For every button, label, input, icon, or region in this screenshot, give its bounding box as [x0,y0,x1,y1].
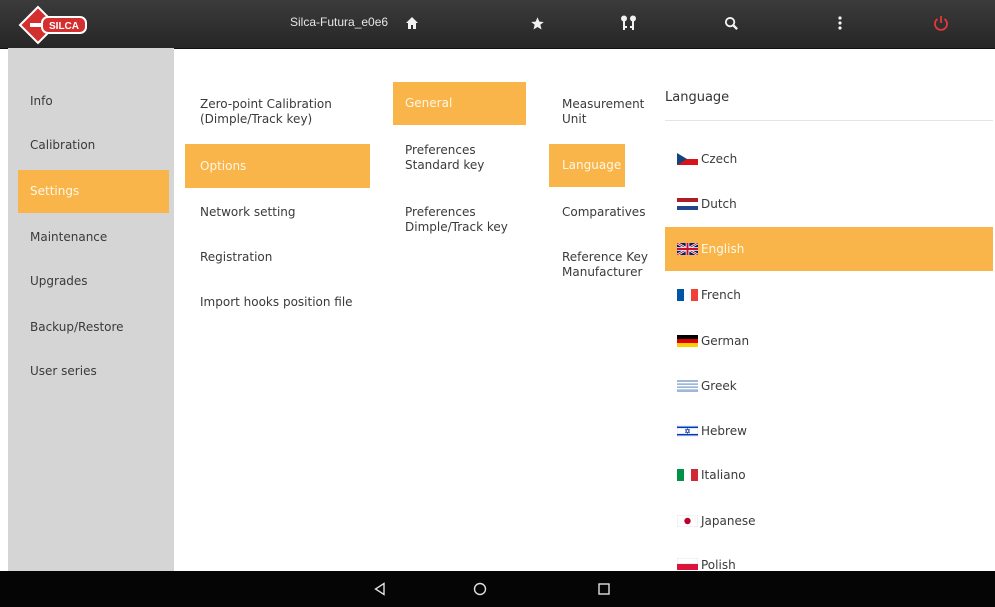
menu-item-zero-point-calibration[interactable]: Zero-point Calibration (Dimple/Track key… [200,97,365,127]
language-label: Czech [701,152,738,166]
uk-flag-icon [676,241,699,257]
sidebar-item-maintenance[interactable]: Maintenance [18,216,169,259]
language-option-japanese[interactable]: Japanese [665,506,993,536]
menu-item-measurement-unit[interactable]: Measurement Unit [562,97,652,127]
language-option-italiano[interactable]: Italiano [665,460,993,490]
israel-flag-icon [676,424,699,438]
language-label: English [701,242,745,256]
logo-wordmark: SILCA [49,21,79,32]
language-option-french[interactable]: French [665,280,993,310]
greek-flag-icon [677,380,698,392]
menu-item-import-hooks[interactable]: Import hooks position file [200,295,365,310]
menu-item-options[interactable]: Options [185,144,370,188]
language-label: Polish [701,558,736,571]
silca-logo: SILCA [18,5,90,45]
star-icon[interactable] [526,12,548,34]
search-icon[interactable] [720,12,742,34]
language-panel-title: Language [665,90,730,105]
system-nav-bar [0,571,995,607]
home-circle-icon[interactable] [470,579,490,599]
italian-flag-icon [677,469,698,481]
menu-item-preferences-standard[interactable]: Preferences Standard key [405,143,525,173]
menu-item-language[interactable]: Language [549,144,625,187]
language-label: Italiano [701,468,746,482]
language-divider [665,120,993,121]
menu-item-preferences-dimple[interactable]: Preferences Dimple/Track key [405,205,525,235]
menu-item-network-setting[interactable]: Network setting [200,205,365,220]
sidebar-item-info[interactable]: Info [18,80,169,123]
back-icon[interactable] [370,579,390,599]
dutch-flag-icon [677,198,698,210]
sidebar-item-settings[interactable]: Settings [18,170,169,213]
czech-flag-icon [677,153,698,165]
language-option-english[interactable]: English [665,227,993,271]
home-icon[interactable] [401,12,423,34]
language-label: Japanese [701,514,756,528]
language-label: Greek [701,379,737,393]
sidebar-item-backup-restore[interactable]: Backup/Restore [18,306,169,349]
language-label: German [701,334,750,348]
menu-item-registration[interactable]: Registration [200,250,365,265]
language-label: Hebrew [701,424,747,438]
menu-item-reference-key-manufacturer[interactable]: Reference Key Manufacturer [562,250,652,280]
language-option-greek[interactable]: Greek [665,371,993,401]
sidebar-item-calibration[interactable]: Calibration [18,124,169,167]
language-label: French [701,288,741,302]
keys-icon[interactable] [618,12,640,34]
german-flag-icon [677,335,698,347]
language-option-polish[interactable]: Polish [665,554,993,571]
language-option-german[interactable]: German [665,326,993,356]
polish-flag-icon [676,557,699,570]
language-label: Dutch [701,197,737,211]
language-option-hebrew[interactable]: Hebrew [665,416,993,446]
menu-item-general[interactable]: General [393,82,526,125]
power-icon[interactable] [930,12,952,34]
sidebar-item-upgrades[interactable]: Upgrades [18,260,169,303]
menu-item-comparatives[interactable]: Comparatives [562,205,652,220]
more-vertical-icon[interactable] [829,12,851,34]
language-option-czech[interactable]: Czech [665,144,993,174]
language-option-dutch[interactable]: Dutch [665,189,993,219]
french-flag-icon [677,289,698,301]
recents-icon[interactable] [594,579,614,599]
top-bar: SILCA Silca-Futura_e0e6 [0,0,995,49]
japanese-flag-icon [676,514,699,528]
sidebar-item-user-series[interactable]: User series [18,350,169,393]
device-name: Silca-Futura_e0e6 [290,15,389,29]
